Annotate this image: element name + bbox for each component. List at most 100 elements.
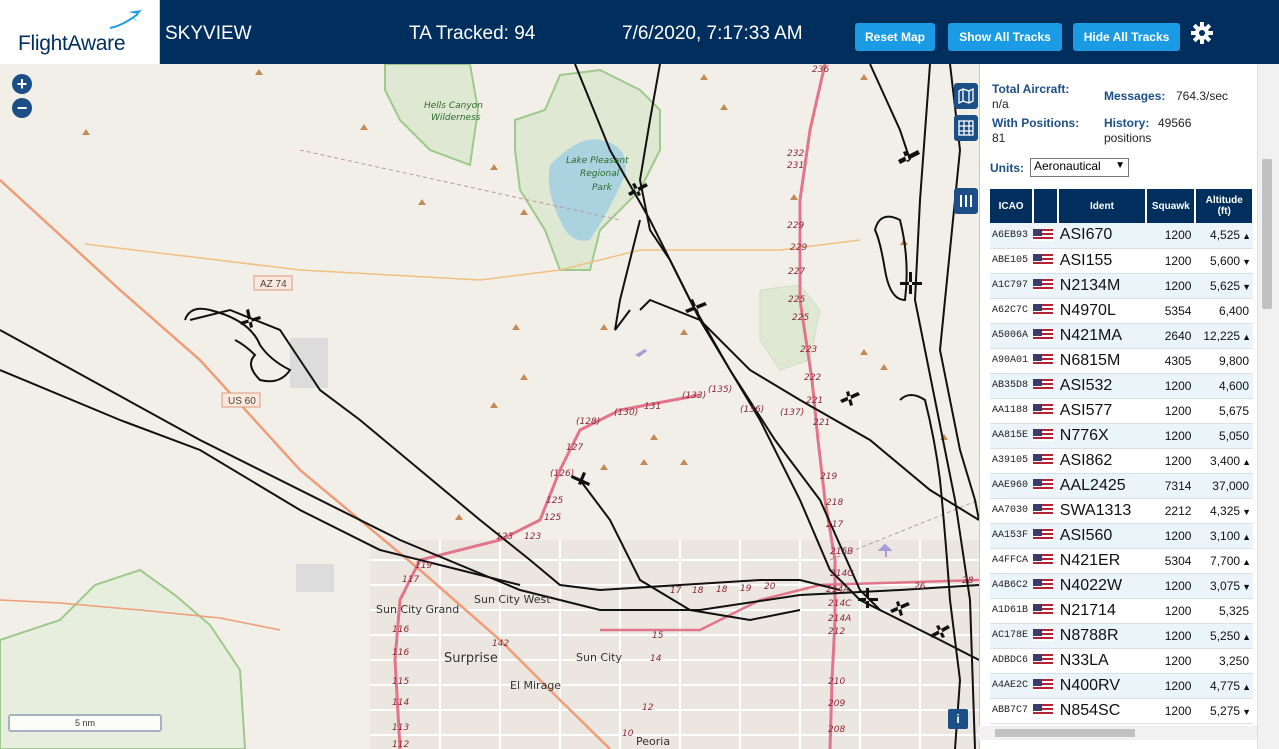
altitude-trend-icon: ▲ <box>1242 531 1251 542</box>
show-all-tracks-button[interactable]: Show All Tracks <box>948 23 1062 51</box>
table-row[interactable]: AA7030 SWA1313 2212 4,325 ▼ <box>990 498 1253 524</box>
ident-cell: ASI670 <box>1057 223 1147 249</box>
altitude-trend-icon: ▲ <box>1242 681 1251 692</box>
aircraft-table: ICAO Ident Squawk Altitude (ft) A6EB93 ASI… <box>990 189 1254 724</box>
exit-label: 119 <box>415 561 432 571</box>
table-row[interactable]: AA153F ASI560 1200 3,100 ▲ <box>990 523 1253 549</box>
table-row[interactable]: AB35D8 ASI532 1200 4,600 <box>990 373 1253 399</box>
altitude-cell: 5,675 <box>1195 398 1253 424</box>
table-row[interactable]: A1C797 N2134M 1200 5,625 ▼ <box>990 273 1253 299</box>
zoom-out-button[interactable]: − <box>12 98 32 118</box>
altitude-value: 4,775 <box>1210 678 1241 693</box>
map-canvas: Hells Canyon Wilderness Lake Pleasant Re… <box>0 64 979 749</box>
us60-label: US 60 <box>228 396 256 407</box>
squawk-cell: 5354 <box>1146 298 1196 324</box>
icao-cell: AA153F <box>990 523 1034 549</box>
flag-cell <box>1033 523 1058 549</box>
horizontal-scrollbar-thumb[interactable] <box>995 729 1135 737</box>
exit-label: 125 <box>544 513 561 523</box>
exit-label: 214A <box>828 614 851 624</box>
map-layers-button[interactable] <box>954 83 978 109</box>
table-row[interactable]: A90A01 N6815M 4305 9,800 <box>990 348 1253 374</box>
aircraft-icon <box>685 299 707 314</box>
altitude-trend-icon: ▲ <box>1242 331 1251 342</box>
with-positions-value: 81 <box>992 131 1006 145</box>
table-row[interactable]: AA1188 ASI577 1200 5,675 <box>990 398 1253 424</box>
table-row[interactable]: ABE105 ASI155 1200 5,600 ▼ <box>990 248 1253 274</box>
reset-map-button[interactable]: Reset Map <box>855 23 935 51</box>
icao-header[interactable]: ICAO <box>990 189 1035 223</box>
table-row[interactable]: A5006A N421MA 2640 12,225 ▲ <box>990 323 1253 349</box>
table-row[interactable]: A4AE2C N400RV 1200 4,775 ▲ <box>990 673 1253 699</box>
exit-label: 221 <box>806 396 823 406</box>
exit-label: 218 <box>826 498 843 508</box>
horizontal-scrollbar[interactable] <box>979 726 1257 740</box>
table-row[interactable]: A62C7C N4970L 5354 6,400 <box>990 298 1253 324</box>
map-view[interactable]: Hells Canyon Wilderness Lake Pleasant Re… <box>0 64 979 749</box>
table-row[interactable]: A4FFCA N421ER 5304 7,700 ▲ <box>990 548 1253 574</box>
table-row[interactable]: AA815E N776X 1200 5,050 <box>990 423 1253 449</box>
exit-label: 117 <box>402 575 419 585</box>
altitude-value: 12,225 <box>1203 328 1241 343</box>
altitude-value: 7,700 <box>1210 553 1241 568</box>
messages-value: 764.3/sec <box>1176 89 1229 103</box>
squawk-cell: 1200 <box>1146 623 1196 649</box>
us-flag-icon <box>1033 279 1054 292</box>
ident-cell: N33LA <box>1057 648 1147 674</box>
altitude-value: 5,675 <box>1218 403 1249 418</box>
exit-label: (128) <box>576 417 600 427</box>
ident-cell: N8788R <box>1057 623 1147 649</box>
altitude-cell: 5,250 ▲ <box>1195 623 1253 649</box>
table-row[interactable]: A4B6C2 N4022W 1200 3,075 ▼ <box>990 573 1253 599</box>
exit-label: 20 <box>764 582 776 592</box>
squawk-cell: 7314 <box>1146 473 1196 499</box>
exit-label: 112 <box>392 740 409 749</box>
az74-shield: AZ 74 <box>253 275 293 291</box>
altitude-trend-icon: ▲ <box>1242 631 1251 642</box>
exit-label: 123 <box>524 532 541 542</box>
scrollbar-thumb[interactable] <box>1262 159 1272 309</box>
flag-cell <box>1033 323 1058 349</box>
exit-label: (135) <box>708 385 732 395</box>
ident-cell: ASI155 <box>1057 248 1147 274</box>
ident-cell: N776X <box>1057 423 1147 449</box>
current-datetime: 7/6/2020, 7:17:33 AM <box>622 23 803 44</box>
table-row[interactable]: A6EB93 ASI670 1200 4,525 ▲ <box>990 223 1253 249</box>
lake-pleasant-label: Lake Pleasant <box>566 156 629 166</box>
altitude-header[interactable]: Altitude (ft) <box>1195 189 1254 223</box>
ident-header[interactable]: Ident <box>1057 189 1148 223</box>
hide-all-tracks-button[interactable]: Hide All Tracks <box>1073 23 1180 51</box>
us-flag-icon <box>1033 329 1054 342</box>
gear-icon[interactable] <box>1191 22 1213 49</box>
table-row[interactable]: A39105 ASI862 1200 3,400 ▲ <box>990 448 1253 474</box>
table-row[interactable]: AC178E N8788R 1200 5,250 ▲ <box>990 623 1253 649</box>
squawk-cell: 1200 <box>1146 398 1196 424</box>
columns-toggle-button[interactable] <box>954 188 978 214</box>
altitude-trend-icon: ▼ <box>1242 256 1251 267</box>
exit-label: 225 <box>792 313 809 323</box>
table-row[interactable]: ABB7C7 N854SC 1200 5,275 ▼ <box>990 698 1253 724</box>
us-flag-icon <box>1033 554 1054 567</box>
exit-label: 123 <box>496 532 513 542</box>
table-row[interactable]: ADBDC6 N33LA 1200 3,250 <box>990 648 1253 674</box>
peoria-label: Peoria <box>636 735 670 748</box>
total-aircraft-value: n/a <box>992 97 1009 111</box>
icao-cell: AB35D8 <box>990 373 1034 399</box>
squawk-header[interactable]: Squawk <box>1146 189 1197 223</box>
flightaware-logo[interactable]: FlightAware <box>0 0 160 64</box>
grid-toggle-button[interactable] <box>954 115 978 141</box>
tracked-count: TA Tracked: 94 <box>409 23 536 44</box>
sidebar-scrollbar[interactable] <box>1257 64 1279 749</box>
logo-text: FlightAware <box>18 32 126 55</box>
sun-city-west-label: Sun City West <box>474 593 551 606</box>
flag-header[interactable] <box>1033 189 1059 223</box>
flag-cell <box>1033 698 1058 724</box>
wilderness-label: Wilderness <box>431 113 481 123</box>
table-row[interactable]: AAE960 AAL2425 7314 37,000 <box>990 473 1253 499</box>
exit-label: 26 <box>914 582 926 592</box>
info-button[interactable]: i <box>948 709 968 729</box>
icao-cell: AA815E <box>990 423 1034 449</box>
table-row[interactable]: A1D61B N21714 1200 5,325 <box>990 598 1253 624</box>
units-select[interactable]: Aeronautical ▼ <box>1030 158 1129 177</box>
zoom-in-button[interactable]: + <box>12 74 32 94</box>
